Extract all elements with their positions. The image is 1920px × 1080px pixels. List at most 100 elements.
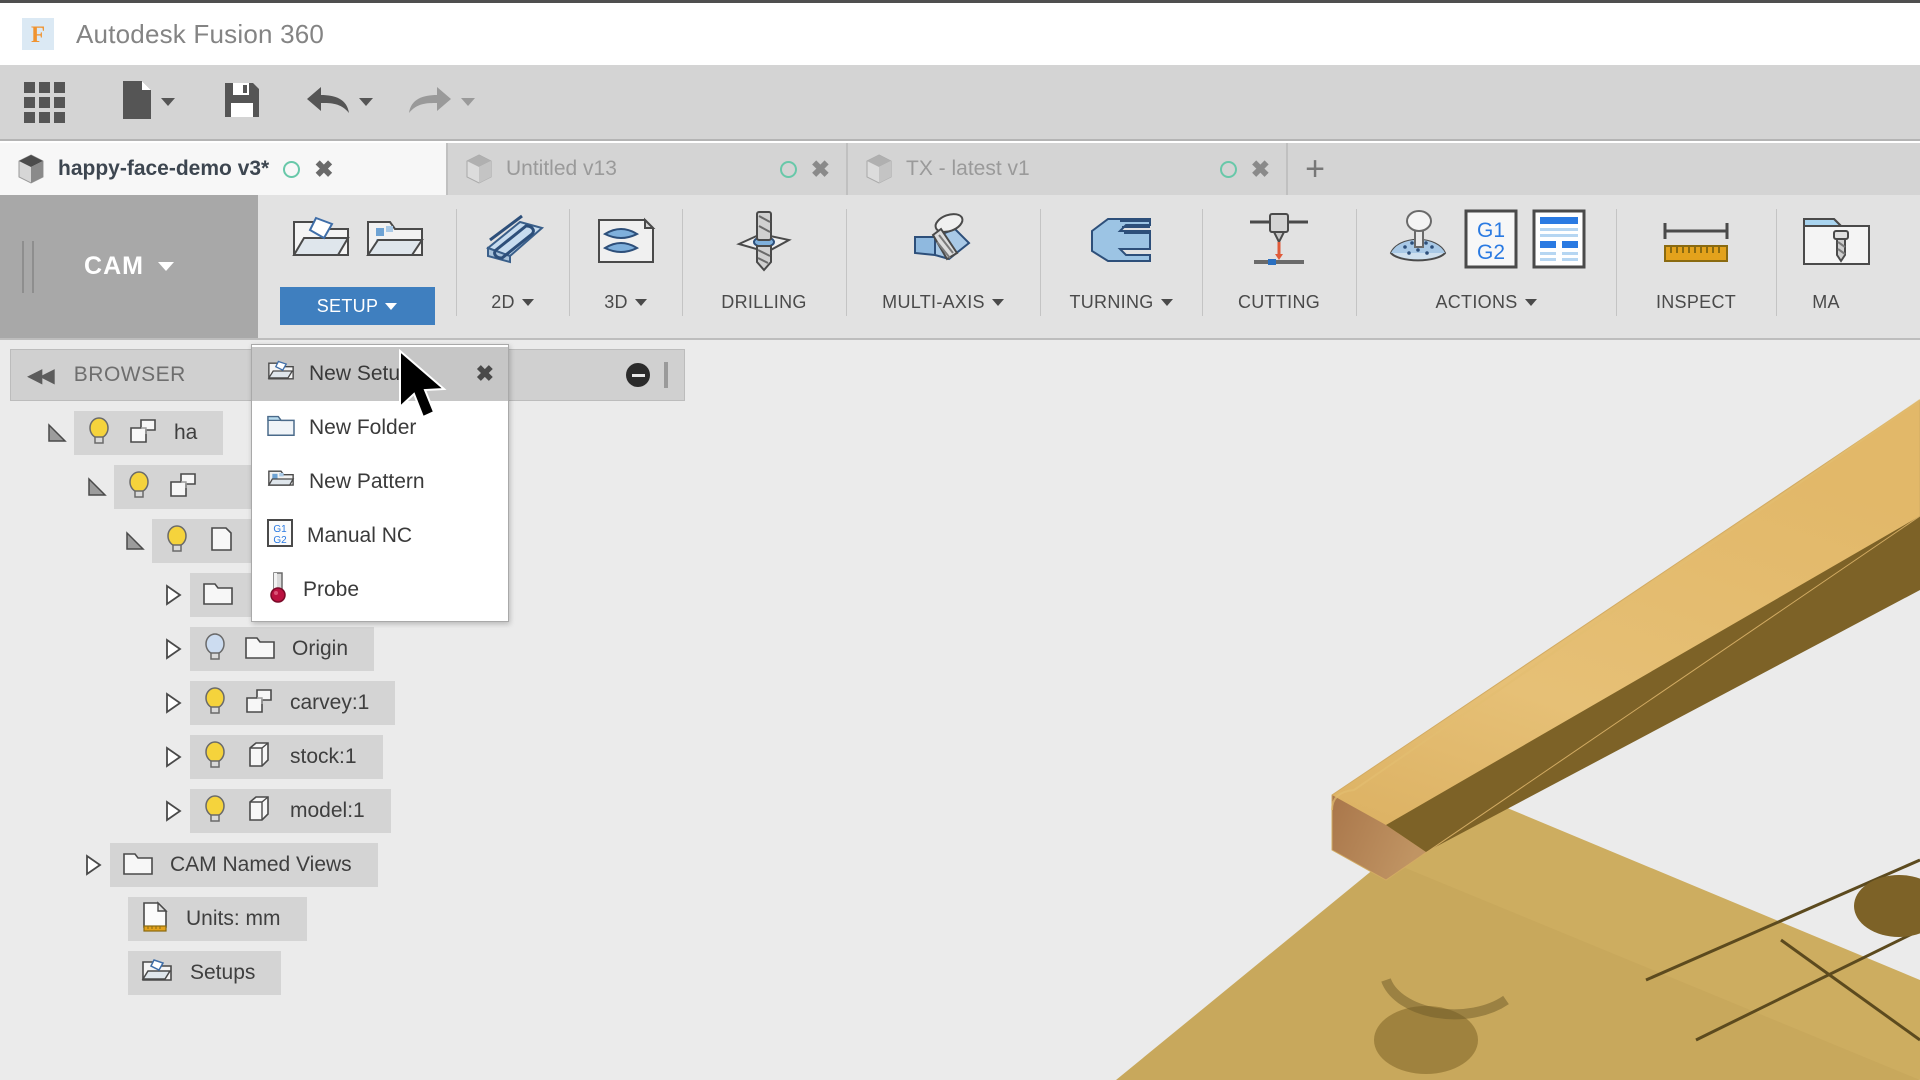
- lightbulb-on-icon[interactable]: [202, 740, 228, 775]
- ribbon-group-2d-label[interactable]: 2D: [481, 289, 544, 316]
- close-icon[interactable]: ✖: [811, 157, 830, 181]
- ribbon-group-setup-label[interactable]: SETUP: [279, 287, 435, 325]
- workspace-selector[interactable]: CAM: [0, 195, 258, 338]
- ribbon-group-inspect[interactable]: INSPECT: [1616, 195, 1776, 338]
- toolpath-3d-icon[interactable]: [591, 203, 661, 279]
- ribbon-group-setup[interactable]: SETUP: [258, 195, 456, 338]
- ribbon-group-drilling-label[interactable]: DRILLING: [711, 289, 816, 316]
- collapsed-triangle-icon[interactable]: [156, 637, 190, 661]
- document-tab-tx-latest[interactable]: TX - latest v1 ✖: [848, 143, 1288, 195]
- tree-node[interactable]: model:1: [190, 789, 391, 833]
- expanded-triangle-icon[interactable]: [40, 421, 74, 445]
- setup-icon[interactable]: [288, 210, 354, 273]
- close-icon[interactable]: ✖: [476, 361, 494, 387]
- 3d-viewport[interactable]: [686, 340, 1920, 1080]
- ribbon-group-cutting-label[interactable]: CUTTING: [1228, 289, 1330, 316]
- ribbon-group-inspect-label[interactable]: INSPECT: [1646, 289, 1746, 316]
- chevron-down-icon[interactable]: [161, 98, 175, 106]
- tree-row-setups[interactable]: Setups: [0, 946, 686, 1000]
- pattern-icon: [266, 466, 296, 498]
- collapse-left-icon[interactable]: ◀◀: [27, 363, 55, 388]
- collapsed-triangle-icon[interactable]: [156, 799, 190, 823]
- new-document-button[interactable]: [91, 64, 197, 140]
- manage-tool-icon[interactable]: [1800, 203, 1872, 279]
- cutting-icon[interactable]: [1246, 203, 1312, 279]
- tree-node[interactable]: Setups: [128, 951, 282, 995]
- lightbulb-on-icon[interactable]: [86, 416, 112, 451]
- ribbon-group-3d[interactable]: 3D: [569, 195, 682, 338]
- folder-setup-icon[interactable]: [364, 210, 426, 273]
- g1-g2-icon[interactable]: G1 G2: [1463, 208, 1519, 275]
- tree-node-label: carvey:1: [290, 691, 370, 714]
- menu-item-manual-nc[interactable]: G1 G2 Manual NC: [252, 509, 508, 563]
- expanded-triangle-icon[interactable]: [80, 475, 114, 499]
- app-grid-button[interactable]: [0, 64, 91, 140]
- ribbon-group-drilling[interactable]: DRILLING: [682, 195, 846, 338]
- title-bar: F Autodesk Fusion 360: [0, 0, 1920, 65]
- menu-item-probe[interactable]: Probe: [252, 563, 508, 617]
- drilling-icon[interactable]: [731, 203, 797, 279]
- ribbon-group-manage[interactable]: MA: [1776, 195, 1876, 338]
- chevron-down-icon[interactable]: [359, 98, 373, 106]
- expanded-triangle-icon[interactable]: [118, 529, 152, 553]
- tree-row-cam-named-views[interactable]: CAM Named Views: [0, 838, 686, 892]
- tree-node[interactable]: stock:1: [190, 735, 383, 779]
- lightbulb-off-icon[interactable]: [202, 632, 228, 667]
- probe-actions-icon[interactable]: [1385, 209, 1451, 274]
- ribbon-group-multi-axis[interactable]: MULTI-AXIS: [846, 195, 1040, 338]
- svg-text:G2: G2: [273, 535, 287, 546]
- collapsed-triangle-icon[interactable]: [156, 745, 190, 769]
- close-icon[interactable]: ✖: [314, 157, 333, 181]
- lightbulb-on-icon[interactable]: [126, 470, 152, 505]
- ribbon-label-text: 3D: [604, 292, 628, 312]
- chevron-down-icon[interactable]: [157, 262, 174, 271]
- turning-icon[interactable]: [1086, 203, 1156, 279]
- save-button[interactable]: [197, 64, 291, 140]
- tree-node-label: model:1: [290, 799, 365, 822]
- cube-icon: [466, 154, 492, 184]
- menu-item-new-setup[interactable]: New Setup ✖: [252, 347, 508, 401]
- ribbon-group-3d-label[interactable]: 3D: [594, 289, 657, 316]
- tree-node[interactable]: Units: mm: [128, 897, 307, 941]
- drag-grip-icon[interactable]: [664, 362, 668, 388]
- collapsed-triangle-icon[interactable]: [156, 583, 190, 607]
- tree-node[interactable]: carvey:1: [190, 681, 396, 725]
- new-tab-button[interactable]: +: [1288, 143, 1342, 195]
- tree-node[interactable]: Origin: [190, 627, 375, 671]
- document-tab-untitled[interactable]: Untitled v13 ✖: [448, 143, 848, 195]
- ribbon-group-actions-label[interactable]: ACTIONS: [1425, 289, 1546, 316]
- ribbon-group-manage-label[interactable]: MA: [1802, 289, 1850, 316]
- tree-node[interactable]: ha: [74, 411, 224, 455]
- lightbulb-on-icon[interactable]: [202, 794, 228, 829]
- tree-row-carvey[interactable]: carvey:1: [0, 676, 686, 730]
- ribbon-group-cutting[interactable]: CUTTING: [1202, 195, 1356, 338]
- ribbon-group-turning[interactable]: TURNING: [1040, 195, 1202, 338]
- ribbon-group-actions[interactable]: G1 G2 ACTIONS: [1356, 195, 1616, 338]
- document-tab-happy-face-demo[interactable]: happy-face-demo v3* ✖: [0, 143, 448, 195]
- close-icon[interactable]: ✖: [1251, 157, 1270, 181]
- ribbon-group-2d[interactable]: 2D: [456, 195, 569, 338]
- ribbon-group-multi-axis-label[interactable]: MULTI-AXIS: [872, 289, 1014, 316]
- minus-circle-icon[interactable]: [626, 363, 650, 387]
- tree-row-origin[interactable]: Origin: [0, 622, 686, 676]
- measure-ruler-icon[interactable]: [1659, 203, 1733, 279]
- toolpath-2d-icon[interactable]: [476, 203, 550, 279]
- collapsed-triangle-icon[interactable]: [156, 691, 190, 715]
- tree-row-stock[interactable]: stock:1: [0, 730, 686, 784]
- tree-row-model[interactable]: model:1: [0, 784, 686, 838]
- ribbon-group-turning-label[interactable]: TURNING: [1059, 289, 1182, 316]
- ribbon-label-text: CUTTING: [1237, 292, 1321, 312]
- menu-item-new-folder[interactable]: New Folder: [252, 401, 508, 455]
- lightbulb-on-icon[interactable]: [164, 524, 190, 559]
- lightbulb-on-icon[interactable]: [202, 686, 228, 721]
- menu-item-new-pattern[interactable]: New Pattern: [252, 455, 508, 509]
- tree-node[interactable]: CAM Named Views: [110, 843, 378, 887]
- multi-axis-icon[interactable]: [909, 203, 977, 279]
- ribbon-label-text: DRILLING: [721, 292, 807, 312]
- collapsed-triangle-icon[interactable]: [76, 853, 110, 877]
- tree-row-units[interactable]: Units: mm: [0, 892, 686, 946]
- redo-button[interactable]: [389, 64, 489, 140]
- setup-sheet-icon[interactable]: [1531, 208, 1587, 275]
- chevron-down-icon[interactable]: [461, 98, 475, 106]
- undo-button[interactable]: [291, 64, 389, 140]
